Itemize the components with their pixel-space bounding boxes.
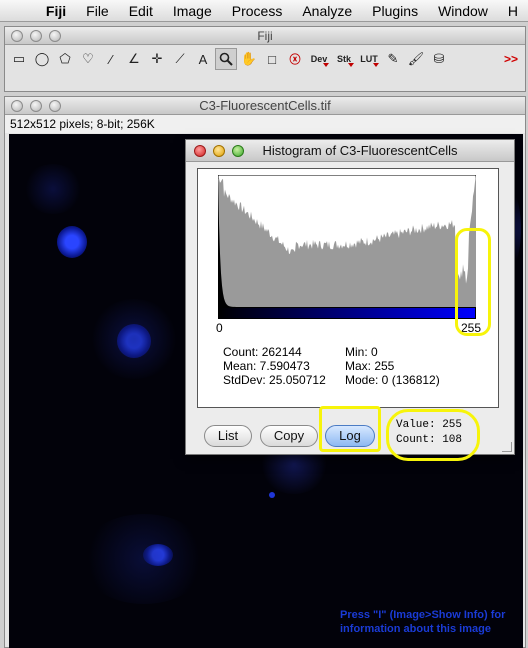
histogram-panel: 0 255 Count: 262144 Min: 0 Mean: 7.59047…	[197, 168, 499, 408]
stats-row: Mean: 7.590473 Max: 255	[223, 359, 440, 373]
tool-bar: ▭ ◯ ⬠ ♡ ∕ ∠ ✛ ⟋ A ✋ □ ⓧ Dev Stk LUT ✎ 🖌 …	[5, 45, 525, 73]
text-tool-icon[interactable]: A	[192, 48, 214, 70]
stats-row: Count: 262144 Min: 0	[223, 345, 440, 359]
cell-glow	[89, 299, 179, 379]
stats-row: StdDev: 25.050712 Mode: 0 (136812)	[223, 373, 440, 387]
histogram-window-title: Histogram of C3-FluorescentCells	[262, 143, 458, 158]
zoom-button[interactable]	[49, 30, 61, 42]
pencil-tool-icon[interactable]: ✎	[382, 48, 404, 70]
menu-plugins[interactable]: Plugins	[362, 3, 428, 19]
flood-fill-tool-icon[interactable]: ⛁	[428, 48, 450, 70]
menu-fiji[interactable]: Fiji	[36, 3, 76, 19]
brush-tool-icon[interactable]: 🖌	[405, 48, 427, 70]
color-picker-icon[interactable]: □	[261, 48, 283, 70]
histogram-plot[interactable]	[218, 175, 476, 307]
axis-max-label: 255	[461, 321, 482, 335]
zoom-button[interactable]	[49, 100, 61, 112]
stat-min: Min: 0	[345, 345, 378, 359]
axis-min-label: 0	[216, 321, 223, 335]
minimize-button[interactable]	[213, 145, 225, 157]
wand-tool-icon[interactable]: ⟋	[169, 48, 191, 70]
magnifier-tool-icon[interactable]	[215, 48, 237, 70]
cursor-value: Value: 255	[396, 419, 463, 431]
image-titlebar[interactable]: C3-FluorescentCells.tif	[5, 97, 525, 115]
histogram-window-controls	[194, 145, 244, 157]
image-window-title: C3-FluorescentCells.tif	[199, 98, 331, 113]
rectangle-tool-icon[interactable]: ▭	[8, 48, 30, 70]
menu-help[interactable]: H	[498, 3, 528, 19]
stat-max: Max: 255	[345, 359, 395, 373]
toolbar-titlebar[interactable]: Fiji	[5, 27, 525, 45]
close-button[interactable]	[194, 145, 206, 157]
toolbar-window-title: Fiji	[257, 29, 273, 43]
menu-image[interactable]: Image	[163, 3, 222, 19]
close-button[interactable]	[11, 100, 23, 112]
resize-grip[interactable]	[502, 442, 512, 452]
copy-button[interactable]: Copy	[260, 425, 318, 447]
more-tools-button[interactable]: >>	[500, 52, 522, 66]
close-all-icon[interactable]: ⓧ	[284, 48, 306, 70]
magnifier-glyph	[219, 52, 233, 66]
menu-file[interactable]: File	[76, 3, 119, 19]
image-window-controls	[11, 100, 61, 112]
minimize-button[interactable]	[30, 30, 42, 42]
line-tool-icon[interactable]: ∕	[100, 48, 122, 70]
cell-nucleus	[57, 226, 87, 258]
menu-bar: Fiji File Edit Image Process Analyze Plu…	[0, 0, 528, 22]
window-controls	[11, 30, 61, 42]
point-tool-icon[interactable]: ✛	[146, 48, 168, 70]
menu-window[interactable]: Window	[428, 3, 498, 19]
cell-glow	[23, 164, 83, 214]
cursor-readout: Value: 255 Count: 108	[396, 418, 462, 448]
stat-stddev: StdDev: 25.050712	[223, 373, 326, 387]
minimize-button[interactable]	[30, 100, 42, 112]
image-info-hint: Press "I" (Image>Show Info) for informat…	[340, 609, 506, 635]
oval-tool-icon[interactable]: ◯	[31, 48, 53, 70]
lut-menu-button[interactable]: LUT	[357, 48, 381, 70]
list-button[interactable]: List	[204, 425, 252, 447]
menu-edit[interactable]: Edit	[119, 3, 163, 19]
fiji-toolbar-window: Fiji ▭ ◯ ⬠ ♡ ∕ ∠ ✛ ⟋ A ✋ □ ⓧ Dev Stk LUT…	[4, 26, 526, 92]
histogram-stats: Count: 262144 Min: 0 Mean: 7.590473 Max:…	[223, 345, 440, 387]
menu-process[interactable]: Process	[222, 3, 293, 19]
stk-menu-button[interactable]: Stk	[332, 48, 356, 70]
lut-ramp	[218, 307, 476, 319]
histogram-titlebar[interactable]: Histogram of C3-FluorescentCells	[186, 140, 514, 162]
close-button[interactable]	[11, 30, 23, 42]
histogram-window: Histogram of C3-FluorescentCells 0 255 C…	[185, 139, 515, 455]
dev-menu-button[interactable]: Dev	[307, 48, 331, 70]
zoom-button[interactable]	[232, 145, 244, 157]
freehand-tool-icon[interactable]: ♡	[77, 48, 99, 70]
polygon-tool-icon[interactable]: ⬠	[54, 48, 76, 70]
log-button[interactable]: Log	[325, 425, 375, 447]
cell-glow	[79, 514, 209, 604]
screen: Fiji File Edit Image Process Analyze Plu…	[0, 0, 528, 648]
stat-count: Count: 262144	[223, 345, 302, 359]
angle-tool-icon[interactable]: ∠	[123, 48, 145, 70]
stat-mean: Mean: 7.590473	[223, 359, 310, 373]
stat-mode: Mode: 0 (136812)	[345, 373, 440, 387]
cursor-count: Count: 108	[396, 434, 463, 446]
menu-analyze[interactable]: Analyze	[292, 3, 362, 19]
close-all-glyph: ⓧ	[289, 54, 301, 66]
cell-speck	[269, 492, 275, 498]
image-info: 512x512 pixels; 8-bit; 256K	[5, 115, 525, 133]
hand-tool-icon[interactable]: ✋	[238, 48, 260, 70]
